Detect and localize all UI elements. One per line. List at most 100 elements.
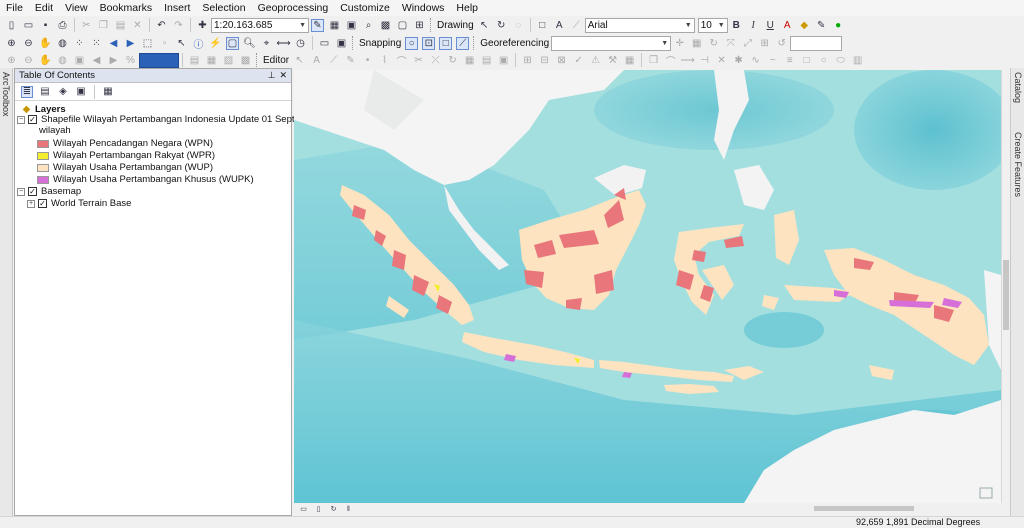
horizontal-scrollbar-thumb[interactable] xyxy=(814,506,914,511)
topo-map-icon[interactable]: ⊠ xyxy=(555,54,568,67)
create-features-icon[interactable]: ▣ xyxy=(497,54,510,67)
add-control-points-icon[interactable]: ✛ xyxy=(673,37,686,50)
layout-full-icon[interactable]: ◍ xyxy=(56,54,69,67)
time-slider-icon[interactable]: ◷ xyxy=(294,37,307,50)
list-by-drawing-order-icon[interactable]: ≣ xyxy=(21,85,33,98)
menu-insert[interactable]: Insert xyxy=(164,2,190,14)
straight-segment-icon[interactable]: ⟋ xyxy=(327,54,340,67)
pause-drawing-icon[interactable]: ‖ xyxy=(344,505,353,514)
rectangle-icon[interactable]: □ xyxy=(536,19,549,32)
menu-view[interactable]: View xyxy=(65,2,88,14)
georef-scale-icon[interactable]: ⤢ xyxy=(741,37,754,50)
menu-selection[interactable]: Selection xyxy=(202,2,245,14)
vertex-snapping-icon[interactable]: □ xyxy=(439,36,453,50)
print-icon[interactable]: ⎙ xyxy=(56,19,69,32)
zoom-out-icon[interactable]: ⊖ xyxy=(22,37,35,50)
rotate-icon[interactable]: ↻ xyxy=(495,19,508,32)
layout-pan-icon[interactable]: ✋ xyxy=(39,54,52,67)
search-window-icon[interactable]: ⌕ xyxy=(362,19,375,32)
font-color-icon[interactable]: A xyxy=(781,19,794,32)
html-popup-icon[interactable]: ▢ xyxy=(226,36,239,50)
basemap-row[interactable]: − ✓ Basemap xyxy=(17,186,81,197)
full-extent-icon[interactable]: ◍ xyxy=(56,37,69,50)
close-icon[interactable]: ✕ xyxy=(279,70,287,81)
point-icon[interactable]: • xyxy=(361,54,374,67)
topology-icon[interactable]: ⊞ xyxy=(521,54,534,67)
paste-icon[interactable]: ▤ xyxy=(114,19,127,32)
menu-file[interactable]: File xyxy=(6,2,23,14)
layout-back-icon[interactable]: ◀ xyxy=(90,54,103,67)
catalog-icon[interactable]: ▣ xyxy=(345,19,358,32)
georef-reset-icon[interactable]: ↺ xyxy=(775,37,788,50)
focus-data-frame-icon[interactable]: ▦ xyxy=(205,54,218,67)
pan-icon[interactable]: ✋ xyxy=(39,37,52,50)
layout-view-icon[interactable]: ▯ xyxy=(314,505,323,514)
layout-zoom-in-icon[interactable]: ⊕ xyxy=(5,54,18,67)
go-to-xy-icon[interactable]: ⌖ xyxy=(260,37,273,50)
layer-visibility-checkbox[interactable]: ✓ xyxy=(28,115,37,124)
list-by-visibility-icon[interactable]: ◈ xyxy=(57,86,69,98)
topo-edit-icon[interactable]: ⊟ xyxy=(538,54,551,67)
save-icon[interactable]: ▪ xyxy=(39,19,52,32)
arctoolbox-tab[interactable]: ArcToolbox xyxy=(1,72,11,117)
legend-item[interactable]: Wilayah Pertambangan Rakyat (WPR) xyxy=(37,150,215,161)
viewer-window-icon[interactable]: ▭ xyxy=(318,37,331,50)
layout-zoom-out-icon[interactable]: ⊖ xyxy=(22,54,35,67)
layout-zoom-percent-icon[interactable]: % xyxy=(124,54,137,67)
topo-fix-icon[interactable]: ⚒ xyxy=(606,54,619,67)
layout-100-icon[interactable]: ▣ xyxy=(73,54,86,67)
hyperlink-icon[interactable]: ⚡ xyxy=(209,37,222,50)
magnifier-icon[interactable]: ▣ xyxy=(335,37,348,50)
basemap-layer-checkbox[interactable]: ✓ xyxy=(38,199,47,208)
layout-forward-icon[interactable]: ▶ xyxy=(107,54,120,67)
undo-icon[interactable]: ↶ xyxy=(155,19,168,32)
topo-errors-icon[interactable]: ⚠ xyxy=(589,54,602,67)
basemap-layer-row[interactable]: + ✓ World Terrain Base xyxy=(27,198,131,209)
georef-layer-combo[interactable]: ▼ xyxy=(551,35,672,51)
legend-item[interactable]: Wilayah Usaha Pertambangan Khusus (WUPK) xyxy=(37,174,254,185)
back-extent-icon[interactable]: ◀ xyxy=(107,37,120,50)
pin-icon[interactable]: ⊥ xyxy=(268,70,276,81)
menu-help[interactable]: Help xyxy=(456,2,478,14)
measure-icon[interactable]: ⟷ xyxy=(276,37,290,50)
select-features-icon[interactable]: ⬚ xyxy=(141,37,154,50)
georef-rotate-icon[interactable]: ↻ xyxy=(707,37,720,50)
data-driven-pages-icon[interactable]: ▩ xyxy=(239,54,252,67)
reshape-icon[interactable]: ⌒ xyxy=(395,54,408,68)
adv-ellipse-icon[interactable]: ⬭ xyxy=(834,54,847,67)
table-icon[interactable]: ▦ xyxy=(328,19,341,32)
identify-icon[interactable]: ⓘ xyxy=(192,37,205,51)
select-arrow-icon[interactable]: ↖ xyxy=(175,37,188,50)
sketch-properties-icon[interactable]: ▤ xyxy=(480,54,493,67)
open-folder-icon[interactable]: ▭ xyxy=(22,19,35,32)
toc-options-icon[interactable]: ▦ xyxy=(102,86,114,98)
toolbox-icon[interactable]: ▩ xyxy=(379,19,392,32)
layout-zoom-combo[interactable] xyxy=(139,52,179,68)
georeferencing-menu[interactable]: Georeferencing xyxy=(480,38,549,49)
select-elements-icon[interactable]: ↖ xyxy=(478,19,491,32)
font-name-combo[interactable]: Arial ▼ xyxy=(584,17,695,33)
change-layout-icon[interactable]: ▧ xyxy=(222,54,235,67)
edge-snapping-icon[interactable]: ⟋ xyxy=(456,36,470,50)
topo-inspector-icon[interactable]: ▦ xyxy=(623,54,636,67)
map-view[interactable] xyxy=(294,70,1001,503)
legend-item[interactable]: Wilayah Usaha Pertambangan (WUP) xyxy=(37,162,213,173)
adv-align-icon[interactable]: ≡ xyxy=(783,54,796,67)
model-builder-icon[interactable]: ⊞ xyxy=(413,19,426,32)
forward-extent-icon[interactable]: ▶ xyxy=(124,37,137,50)
collapse-icon[interactable]: − xyxy=(17,187,25,196)
point-snapping-icon[interactable]: ○ xyxy=(405,36,419,50)
legend-item[interactable]: Wilayah Pencadangan Negara (WPN) xyxy=(37,138,213,149)
list-by-selection-icon[interactable]: ▣ xyxy=(75,86,87,98)
toggle-draft-icon[interactable]: ▤ xyxy=(188,54,201,67)
find-icon[interactable]: 🔍︎ xyxy=(243,37,256,50)
adv-more-icon[interactable]: ▥ xyxy=(851,54,864,67)
catalog-tab[interactable]: Catalog xyxy=(1013,72,1023,103)
expand-icon[interactable]: + xyxy=(27,199,35,208)
menu-geoprocessing[interactable]: Geoprocessing xyxy=(258,2,329,14)
view-link-table-icon[interactable]: ▦ xyxy=(690,37,703,50)
map-scale-combo[interactable]: 1:20.163.685 ▼ xyxy=(211,17,309,33)
menu-bookmarks[interactable]: Bookmarks xyxy=(100,2,153,14)
zoom-whole-page-icon[interactable]: ◌ xyxy=(512,19,525,32)
adv-trim-icon[interactable]: ⊣ xyxy=(698,54,711,67)
